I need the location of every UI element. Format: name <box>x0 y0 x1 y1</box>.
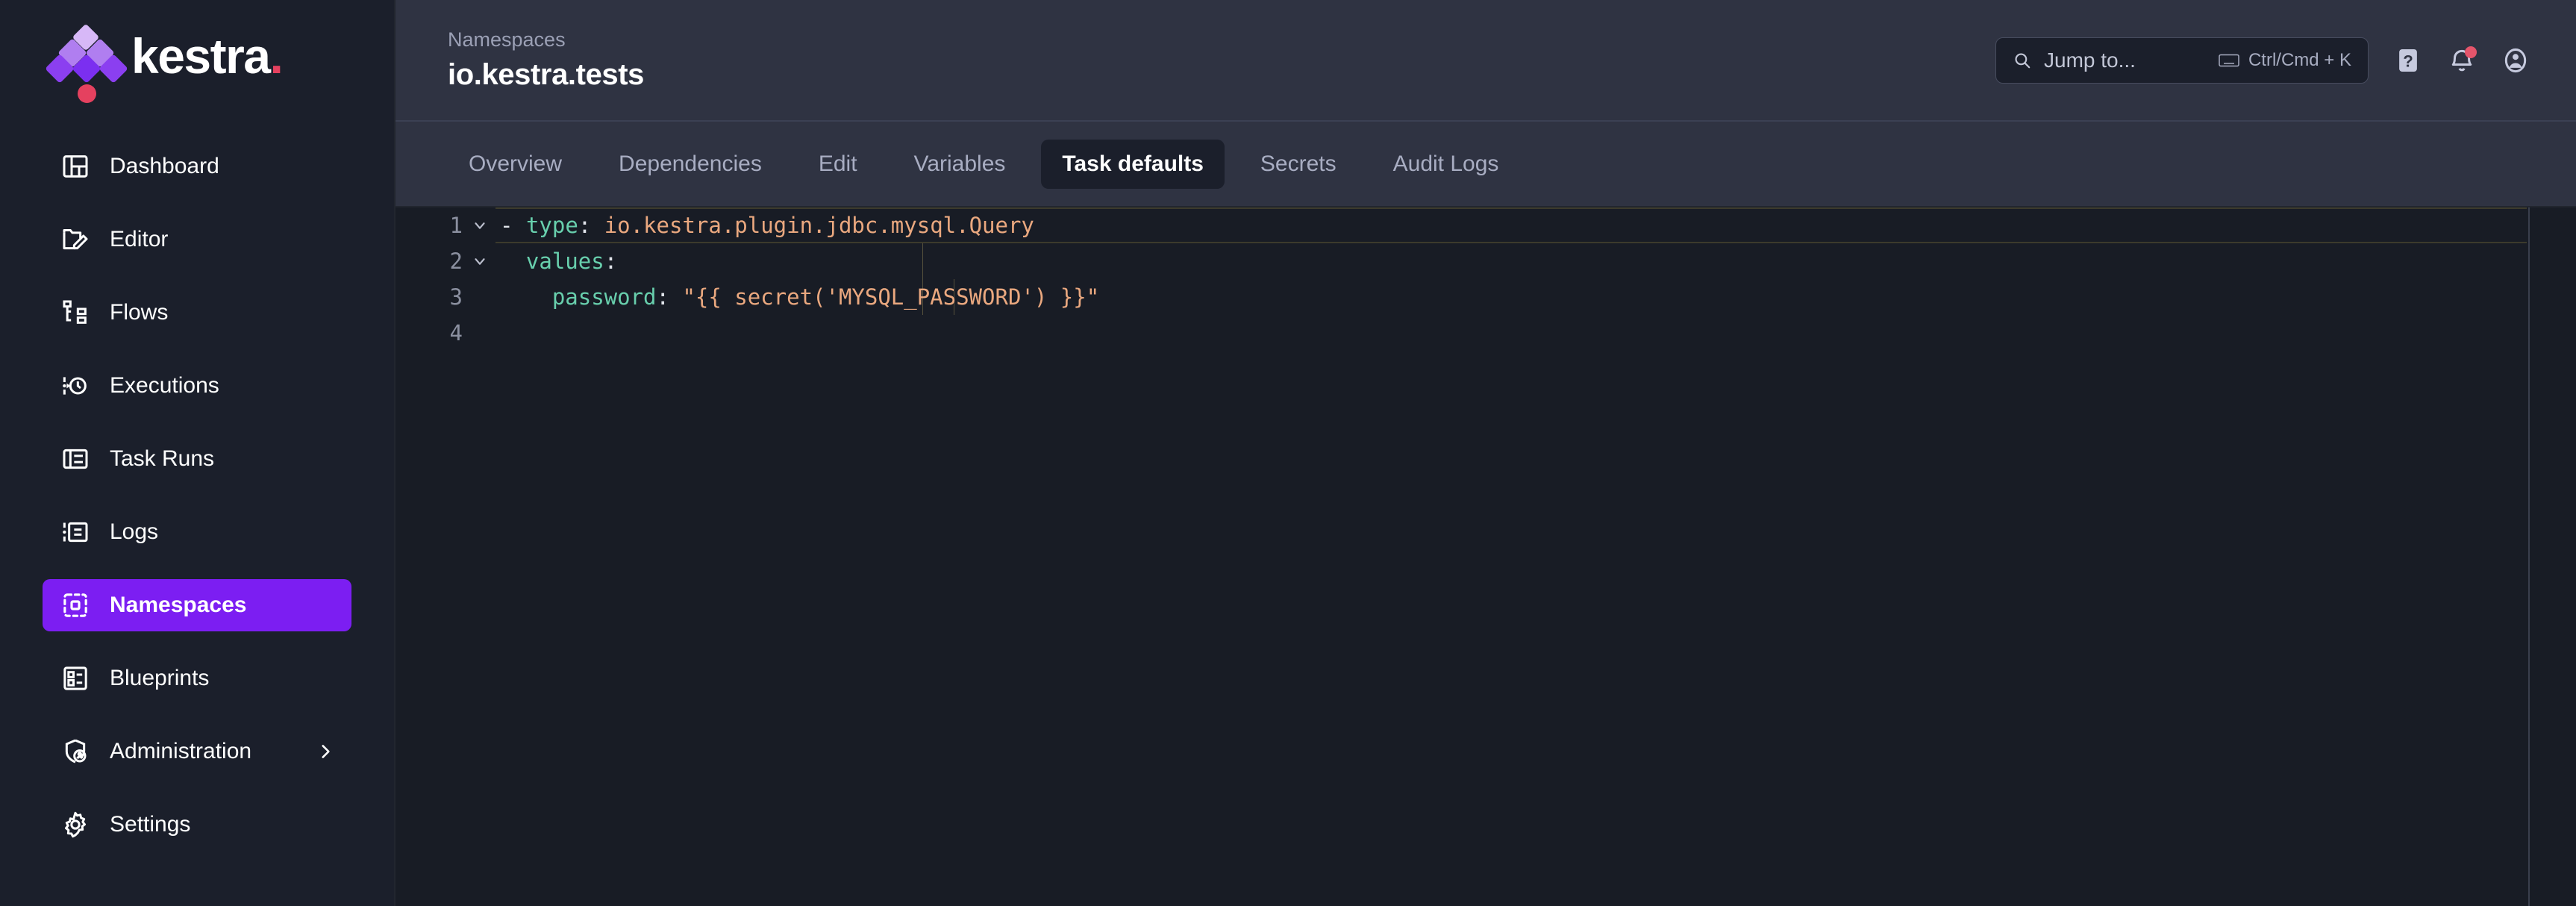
brand-name: kestra <box>131 28 270 84</box>
sidebar-item-label: Settings <box>110 812 190 837</box>
tab-audit-logs[interactable]: Audit Logs <box>1372 140 1520 189</box>
sidebar-item-label: Task Runs <box>110 446 214 472</box>
search-icon <box>2013 51 2032 70</box>
yaml-code-editor[interactable]: 1 - type: io.kestra.plugin.jdbc.mysql.Qu… <box>396 207 2576 906</box>
logs-icon <box>59 516 92 549</box>
editor-scrollbar[interactable] <box>2528 207 2530 906</box>
sidebar-item-logs[interactable]: Logs <box>43 506 351 558</box>
sidebar-item-label: Namespaces <box>110 593 246 618</box>
yaml-key: type <box>526 213 578 238</box>
yaml-key: values <box>526 249 604 274</box>
sidebar-item-label: Dashboard <box>110 154 219 179</box>
tab-secrets[interactable]: Secrets <box>1239 140 1357 189</box>
search-input[interactable]: Jump to... Ctrl/Cmd + K <box>1995 37 2369 84</box>
notification-badge <box>2465 46 2477 58</box>
sidebar-item-label: Editor <box>110 227 168 252</box>
top-bar-actions: Jump to... Ctrl/Cmd + K <box>1995 37 2530 84</box>
breadcrumb-item[interactable]: Namespaces <box>448 28 644 51</box>
line-number: 1 <box>396 213 464 238</box>
kestra-logo-icon <box>54 26 118 86</box>
sidebar-item-dashboard[interactable]: Dashboard <box>43 140 351 193</box>
sidebar-item-administration[interactable]: Administration <box>43 725 351 778</box>
tab-dependencies[interactable]: Dependencies <box>598 140 783 189</box>
tab-variables[interactable]: Variables <box>893 140 1027 189</box>
tab-bar: Overview Dependencies Edit Variables Tas… <box>396 122 2576 207</box>
line-number: 2 <box>396 249 464 274</box>
svg-text:?: ? <box>2403 51 2413 70</box>
code-text[interactable]: values: <box>495 243 2527 279</box>
breadcrumb: Namespaces io.kestra.tests <box>448 28 644 92</box>
yaml-dash: - <box>500 213 513 238</box>
sidebar-nav: Dashboard Editor Flows <box>0 140 394 851</box>
namespaces-icon <box>59 589 92 622</box>
sidebar-item-namespaces[interactable]: Namespaces <box>43 579 351 631</box>
executions-icon <box>59 369 92 402</box>
chevron-down-icon[interactable] <box>464 253 495 269</box>
keyboard-icon <box>2219 52 2239 69</box>
search-shortcut-label: Ctrl/Cmd + K <box>2248 50 2351 71</box>
top-bar: Namespaces io.kestra.tests Jump to... <box>396 0 2576 122</box>
administration-icon <box>59 735 92 768</box>
code-text[interactable]: - type: io.kestra.plugin.jdbc.mysql.Quer… <box>495 207 2527 243</box>
yaml-key: password <box>552 284 657 310</box>
search-shortcut: Ctrl/Cmd + K <box>2219 50 2351 71</box>
brand-wordmark: kestra. <box>131 31 282 81</box>
yaml-value: "{{ secret('MYSQL_PASSWORD') }}" <box>682 284 1099 310</box>
editor-icon <box>59 223 92 256</box>
tab-edit[interactable]: Edit <box>798 140 878 189</box>
sidebar: kestra. Dashboard Editor <box>0 0 396 906</box>
sidebar-item-executions[interactable]: Executions <box>43 360 351 412</box>
sidebar-item-label: Executions <box>110 373 219 399</box>
line-number: 4 <box>396 320 464 346</box>
main-content: Namespaces io.kestra.tests Jump to... <box>396 0 2576 906</box>
sidebar-item-label: Flows <box>110 300 168 325</box>
sidebar-item-label: Administration <box>110 739 251 764</box>
blueprints-icon <box>59 662 92 695</box>
sidebar-item-blueprints[interactable]: Blueprints <box>43 652 351 705</box>
search-placeholder: Jump to... <box>2044 49 2136 72</box>
help-icon[interactable]: ? <box>2394 46 2422 75</box>
editor-line[interactable]: 1 - type: io.kestra.plugin.jdbc.mysql.Qu… <box>396 207 2576 243</box>
chevron-right-icon[interactable] <box>316 742 335 761</box>
sidebar-item-settings[interactable]: Settings <box>43 799 351 851</box>
sidebar-item-editor[interactable]: Editor <box>43 213 351 266</box>
editor-line[interactable]: 2 values: <box>396 243 2576 279</box>
brand-period: . <box>270 28 283 84</box>
chevron-down-icon[interactable] <box>464 217 495 234</box>
editor-line[interactable]: 3 password: "{{ secret('MYSQL_PASSWORD')… <box>396 279 2576 315</box>
code-text[interactable]: password: "{{ secret('MYSQL_PASSWORD') }… <box>495 279 2527 315</box>
dashboard-icon <box>59 150 92 183</box>
code-text[interactable] <box>495 315 2527 351</box>
tab-task-defaults[interactable]: Task defaults <box>1041 140 1225 189</box>
editor-line[interactable]: 4 <box>396 315 2576 351</box>
notification-bell-icon[interactable] <box>2448 46 2476 75</box>
sidebar-item-task-runs[interactable]: Task Runs <box>43 433 351 485</box>
brand-logo[interactable]: kestra. <box>0 0 394 112</box>
sidebar-item-label: Blueprints <box>110 666 209 691</box>
tab-overview[interactable]: Overview <box>448 140 583 189</box>
page-title: io.kestra.tests <box>448 58 644 92</box>
flows-icon <box>59 296 92 329</box>
sidebar-item-label: Logs <box>110 519 158 545</box>
yaml-value: io.kestra.plugin.jdbc.mysql.Query <box>604 213 1034 238</box>
sidebar-item-flows[interactable]: Flows <box>43 287 351 339</box>
task-runs-icon <box>59 443 92 475</box>
line-number: 3 <box>396 284 464 310</box>
settings-gear-icon <box>59 808 92 841</box>
user-avatar-icon[interactable] <box>2501 46 2530 75</box>
app-root: kestra. Dashboard Editor <box>0 0 2576 906</box>
